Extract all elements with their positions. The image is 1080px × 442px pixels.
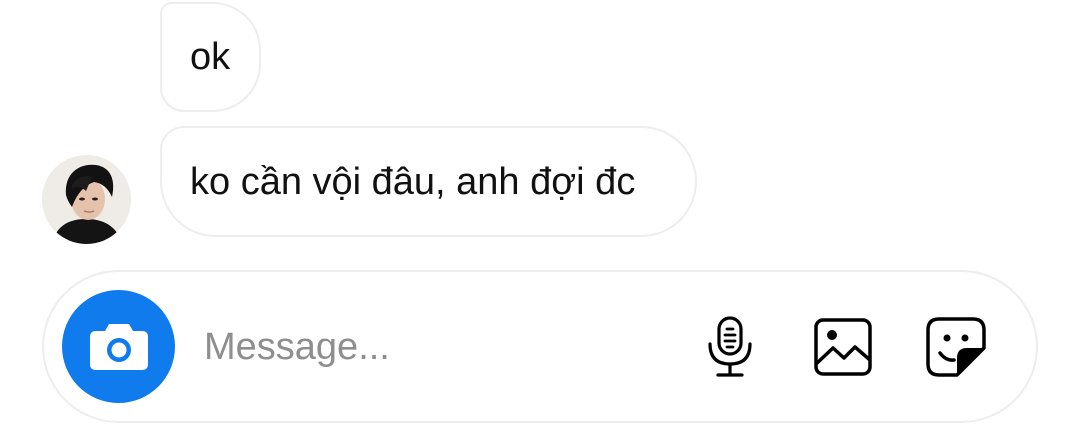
sticker-button[interactable] [923, 314, 989, 380]
voice-message-button[interactable] [697, 314, 763, 380]
message-text: ko cần vội đâu, anh đợi đc [190, 160, 636, 203]
message-text: ok [190, 36, 231, 78]
camera-button[interactable] [62, 290, 175, 403]
message-bubble[interactable]: ko cần vội đâu, anh đợi đc [160, 126, 697, 237]
avatar[interactable] [42, 155, 131, 244]
microphone-icon [708, 316, 752, 377]
gallery-button[interactable] [810, 314, 876, 380]
avatar-photo [42, 155, 131, 244]
message-input[interactable] [204, 319, 664, 375]
gallery-icon [814, 318, 872, 376]
message-composer [42, 270, 1038, 423]
message-bubble[interactable]: ok [160, 2, 261, 112]
camera-icon [89, 323, 148, 370]
sticker-icon [926, 317, 986, 377]
